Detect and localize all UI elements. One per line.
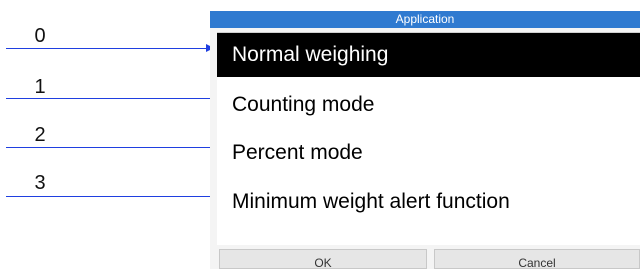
callout-line-2 [6, 147, 216, 148]
screenshot-stage: 0 1 2 3 Application Normal weighing Coun… [0, 0, 640, 269]
cancel-button[interactable]: Cancel [434, 249, 640, 269]
list-item-minimum-weight-alert[interactable]: Minimum weight alert function [217, 180, 640, 224]
callout-number-3: 3 [34, 172, 46, 194]
callout-line-0 [6, 48, 208, 49]
application-dialog: Application Normal weighing Counting mod… [210, 11, 640, 269]
list-item-normal-weighing[interactable]: Normal weighing [217, 33, 640, 77]
dialog-title: Application [210, 11, 640, 28]
callout-number-1: 1 [34, 76, 46, 98]
application-list: Normal weighing Counting mode Percent mo… [217, 32, 640, 245]
ok-button[interactable]: OK [219, 249, 427, 269]
list-item-counting-mode[interactable]: Counting mode [217, 83, 640, 127]
callout-line-1 [6, 98, 216, 99]
callout-number-2: 2 [34, 124, 46, 146]
callout-number-0: 0 [34, 25, 46, 47]
list-item-percent-mode[interactable]: Percent mode [217, 131, 640, 175]
callout-line-3 [6, 196, 216, 197]
